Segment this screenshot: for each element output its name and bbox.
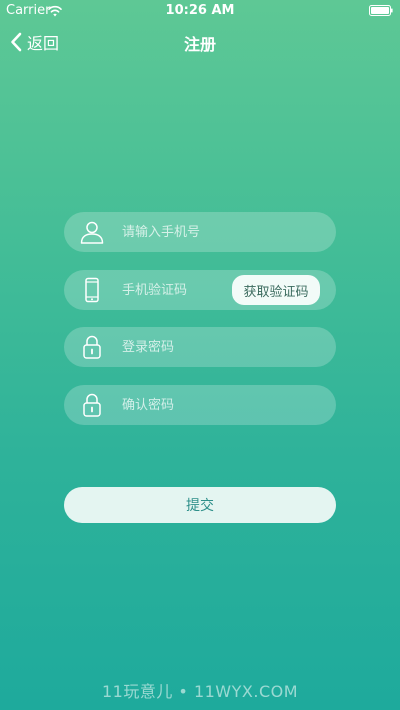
phone-field[interactable] — [64, 212, 336, 252]
battery-icon — [369, 5, 393, 16]
get-code-button[interactable]: 获取验证码 — [232, 275, 320, 305]
status-time: 10:26 AM — [165, 3, 235, 18]
code-field[interactable]: 获取验证码 — [64, 270, 336, 310]
confirm-password-input[interactable] — [122, 385, 282, 425]
watermark: 11玩意儿 • 11WYX.COM — [101, 682, 299, 701]
status-bar: Carrier 10:26 AM — [0, 0, 400, 22]
page-title: 注册 — [183, 35, 216, 54]
lock-icon — [83, 393, 101, 417]
submit-button[interactable]: 提交 — [64, 487, 336, 523]
phone-input[interactable] — [122, 212, 282, 252]
code-input[interactable] — [122, 270, 230, 310]
user-icon — [80, 221, 104, 244]
confirm-password-field[interactable] — [64, 385, 336, 425]
phone-icon — [85, 277, 99, 303]
lock-icon — [83, 335, 101, 359]
password-field[interactable] — [64, 327, 336, 367]
register-screen: Carrier 10:26 AM 返回 注册 请输入手机号 手机验证码 获取验证… — [0, 0, 400, 710]
password-input[interactable] — [122, 327, 282, 367]
